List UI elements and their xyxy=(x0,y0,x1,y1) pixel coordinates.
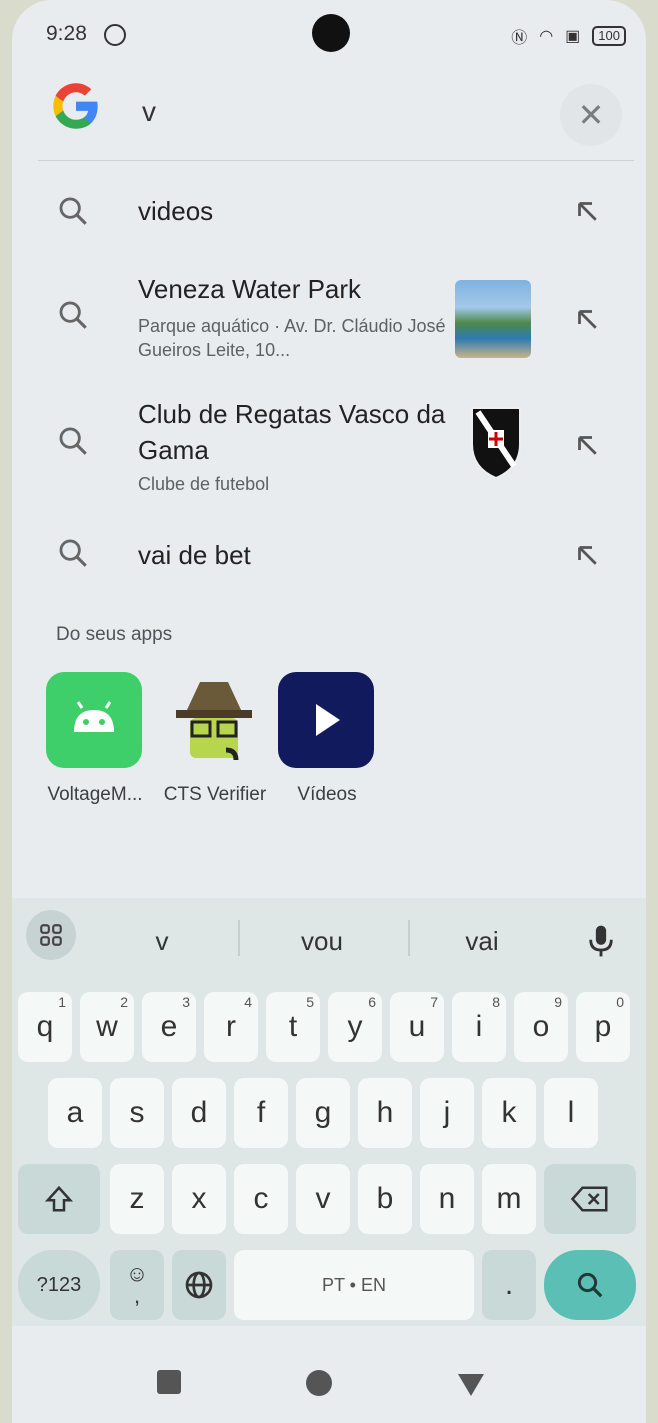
close-icon: ✕ xyxy=(577,97,605,133)
cts-verifier-app-icon xyxy=(176,682,252,761)
suggestion-row[interactable]: videos xyxy=(12,168,646,252)
status-time: 9:28 xyxy=(46,22,87,45)
key-b[interactable]: b xyxy=(358,1164,412,1234)
key-h[interactable]: h xyxy=(358,1078,412,1148)
suggestion-row[interactable]: Club de Regatas Vasco da Gama Clube de f… xyxy=(12,386,646,504)
search-divider xyxy=(38,160,634,161)
back-button[interactable] xyxy=(456,1370,486,1398)
key-q[interactable]: q1 xyxy=(18,992,72,1062)
period-key[interactable]: . xyxy=(482,1250,536,1320)
search-icon xyxy=(59,197,87,225)
key-l[interactable]: l xyxy=(544,1078,598,1148)
key-o[interactable]: o9 xyxy=(514,992,568,1062)
key-u[interactable]: u7 xyxy=(390,992,444,1062)
suggestion-subtitle: Parque aquático · Av. Dr. Cláudio José G… xyxy=(138,316,446,360)
clear-search-button[interactable]: ✕ xyxy=(560,84,622,146)
app-label: CTS Verifier xyxy=(163,784,267,805)
android-app-icon xyxy=(46,672,142,768)
suggestion-separator xyxy=(238,920,240,956)
word-suggestion[interactable]: vai xyxy=(432,926,532,957)
search-icon xyxy=(577,1272,603,1298)
suggestion-title: videos xyxy=(138,196,214,226)
search-input[interactable] xyxy=(136,72,548,154)
suggestion-title: vai de bet xyxy=(138,540,251,570)
shift-key[interactable] xyxy=(18,1164,100,1234)
key-x[interactable]: x xyxy=(172,1164,226,1234)
key-i[interactable]: i8 xyxy=(452,992,506,1062)
key-t[interactable]: t5 xyxy=(266,992,320,1062)
settings-status-icon xyxy=(104,24,126,46)
key-j[interactable]: j xyxy=(420,1078,474,1148)
search-submit-key[interactable] xyxy=(544,1250,636,1320)
suggestion-separator xyxy=(408,920,410,956)
search-query-text: v xyxy=(142,96,156,127)
suggestion-title: Club de Regatas Vasco da Gama xyxy=(138,399,446,465)
key-d[interactable]: d xyxy=(172,1078,226,1148)
key-f[interactable]: f xyxy=(234,1078,288,1148)
key-w[interactable]: w2 xyxy=(80,992,134,1062)
app-videos[interactable]: Vídeos xyxy=(262,670,402,810)
google-logo-icon xyxy=(53,83,98,129)
status-bar: 9:28 Ⓝ ◠ ▣ 100 xyxy=(12,0,646,70)
navigation-bar xyxy=(12,1330,646,1423)
home-button[interactable] xyxy=(306,1370,332,1396)
club-crest-thumbnail xyxy=(471,407,521,480)
emoji-comma-key[interactable]: ☺ , xyxy=(110,1250,164,1320)
fill-query-arrow-icon[interactable] xyxy=(572,304,602,334)
shift-icon xyxy=(44,1185,74,1212)
key-r[interactable]: r4 xyxy=(204,992,258,1062)
key-g[interactable]: g xyxy=(296,1078,350,1148)
recents-button[interactable] xyxy=(157,1370,181,1394)
key-n[interactable]: n xyxy=(420,1164,474,1234)
water-park-thumbnail xyxy=(455,280,531,358)
key-z[interactable]: z xyxy=(110,1164,164,1234)
keyboard-menu-button[interactable] xyxy=(26,910,76,960)
key-k[interactable]: k xyxy=(482,1078,536,1148)
apps-section-title: Do seus apps xyxy=(56,624,173,645)
grid-icon xyxy=(40,924,62,946)
key-m[interactable]: m xyxy=(482,1164,536,1234)
key-v[interactable]: v xyxy=(296,1164,350,1234)
emoji-icon: ☺ xyxy=(125,1261,149,1286)
status-icons: Ⓝ ◠ ▣ 100 xyxy=(511,24,626,48)
search-icon xyxy=(59,301,87,329)
suggestion-row[interactable]: Veneza Water Park Parque aquático · Av. … xyxy=(12,262,646,372)
symbols-key[interactable]: ?123 xyxy=(18,1250,100,1320)
videos-app-icon xyxy=(278,672,374,768)
fill-query-arrow-icon[interactable] xyxy=(572,540,602,570)
fill-query-arrow-icon[interactable] xyxy=(572,430,602,460)
search-icon xyxy=(59,539,87,567)
app-label: Vídeos xyxy=(297,784,357,805)
word-suggestion[interactable]: vou xyxy=(272,926,372,957)
front-camera xyxy=(312,14,350,52)
key-c[interactable]: c xyxy=(234,1164,288,1234)
key-e[interactable]: e3 xyxy=(142,992,196,1062)
phone-screen: 9:28 Ⓝ ◠ ▣ 100 v ✕ videos Veneza Water P… xyxy=(12,0,646,1423)
nfc-icon: Ⓝ xyxy=(511,30,528,47)
language-key[interactable] xyxy=(172,1250,226,1320)
microphone-icon xyxy=(589,925,613,957)
key-s[interactable]: s xyxy=(110,1078,164,1148)
suggestion-row[interactable]: vai de bet xyxy=(12,522,646,588)
suggestion-subtitle: Clube de futebol xyxy=(138,474,270,494)
fill-query-arrow-icon[interactable] xyxy=(572,196,602,226)
key-y[interactable]: y6 xyxy=(328,992,382,1062)
space-key[interactable]: PT • EN xyxy=(234,1250,474,1320)
battery-indicator: 100 xyxy=(592,26,626,46)
voice-input-button[interactable] xyxy=(576,914,626,968)
globe-icon xyxy=(185,1271,213,1299)
search-icon xyxy=(59,427,87,455)
backspace-icon xyxy=(570,1186,608,1212)
key-a[interactable]: a xyxy=(48,1078,102,1148)
sim-icon: ▣ xyxy=(565,28,581,45)
app-label: VoltageM... xyxy=(47,784,143,805)
backspace-key[interactable] xyxy=(544,1164,636,1234)
suggestion-title: Veneza Water Park xyxy=(138,274,362,304)
wifi-icon: ◠ xyxy=(539,28,554,45)
word-suggestion[interactable]: v xyxy=(112,926,212,957)
key-p[interactable]: p0 xyxy=(576,992,630,1062)
